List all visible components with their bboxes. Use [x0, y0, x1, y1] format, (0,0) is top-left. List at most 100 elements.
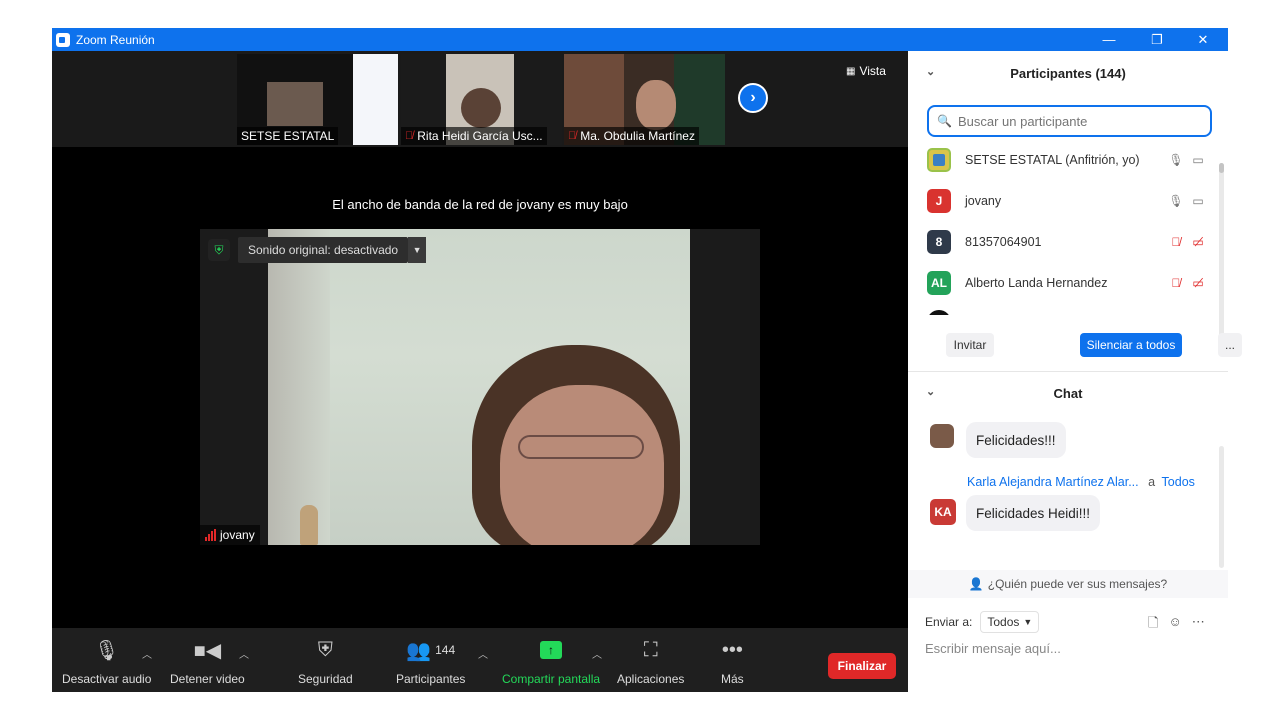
collapse-chevron-icon[interactable]: ⌄ — [926, 385, 935, 398]
next-page-button[interactable]: › — [738, 83, 768, 113]
side-panel: ⌄ Participantes (144) 🔍 SETSE ESTATAL (A… — [908, 51, 1242, 692]
mic-muted-icon: 🎙̸ — [568, 130, 577, 142]
chat-scrollbar[interactable] — [1219, 446, 1224, 568]
search-input[interactable] — [957, 113, 1198, 129]
thumbnail-strip: SETSE ESTATAL 🎙̸ Rita Heidi García Usc...… — [52, 51, 908, 147]
chat-bubble: Felicidades!!! — [966, 422, 1066, 458]
meeting-area: SETSE ESTATAL 🎙̸ Rita Heidi García Usc...… — [52, 51, 908, 692]
video-camera-icon: ■◀ — [193, 639, 222, 662]
thumbnail-rita[interactable]: 🎙̸ Rita Heidi García Usc... — [401, 54, 562, 145]
close-button[interactable]: ✕ — [1180, 28, 1226, 51]
thumbnail-label: 🎙̸ Ma. Obdulia Martínez — [564, 127, 699, 145]
chat-message-input[interactable]: Escribir mensaje aquí... — [925, 641, 1061, 656]
thumbnail-obdulia[interactable]: 🎙̸ Ma. Obdulia Martínez — [564, 54, 725, 145]
video-options-caret[interactable]: ︿ — [239, 646, 249, 661]
apps-icon: ⛶ — [643, 638, 658, 661]
share-options-caret[interactable]: ︿ — [592, 646, 602, 661]
chat-bubble: Felicidades Heidi!!! — [966, 495, 1101, 531]
invite-button[interactable]: Invitar — [946, 333, 994, 357]
view-button[interactable]: ▦ Vista — [846, 61, 900, 81]
stop-video-button[interactable]: ■◀ Detener video — [170, 636, 245, 687]
video-camera-icon[interactable]: ▭ — [1187, 194, 1209, 208]
video-person-glasses — [518, 435, 644, 459]
participant-actions: Invitar Silenciar a todos ... — [908, 333, 1242, 359]
video-off-icon[interactable]: ▭̸ — [1187, 235, 1209, 249]
zoom-logo-icon — [56, 32, 70, 47]
avatar — [930, 424, 954, 448]
weak-signal-icon — [205, 529, 216, 541]
thumbnail-setse[interactable]: SETSE ESTATAL — [237, 54, 398, 145]
participants-icon: 👥 144 — [406, 639, 456, 662]
share-screen-icon: ↑ — [540, 641, 563, 659]
audio-options-caret[interactable]: ︿ — [142, 646, 152, 661]
original-sound-label[interactable]: Sonido original: desactivado — [238, 237, 409, 263]
thumbnail-face — [267, 82, 323, 126]
microphone-icon[interactable]: 🎙 — [1165, 153, 1187, 167]
participant-row[interactable]: SETSE ESTATAL (Anfitrión, yo) 🎙 ▭ — [927, 147, 1209, 173]
zoom-window: Zoom Reunión — ❐ ✕ SETSE ESTATAL 🎙̸ Rita … — [52, 28, 1242, 692]
title-bar: Zoom Reunión — ❐ ✕ — [52, 28, 1228, 51]
mute-all-button[interactable]: Silenciar a todos — [1080, 333, 1182, 357]
meeting-toolbar: 🎙 Desactivar audio ︿ ■◀ Detener video ︿ … — [52, 628, 908, 692]
microphone-icon[interactable]: 🎙 — [1165, 194, 1187, 208]
apps-button[interactable]: ⛶ Aplicaciones — [617, 636, 684, 687]
mute-audio-button[interactable]: 🎙 Desactivar audio — [62, 636, 151, 687]
chat-sender-line: Karla Alejandra Martínez Alar... a Todos — [967, 475, 1195, 489]
mic-muted-icon[interactable]: 🎙̸ — [1165, 276, 1187, 290]
active-speaker-video[interactable]: ⛨ Sonido original: desactivado ▼ jovany — [200, 229, 760, 545]
who-can-see-link[interactable]: 👤 ¿Quién puede ver sus mensajes? — [908, 570, 1228, 598]
chevron-down-icon[interactable]: ▼ — [408, 237, 427, 263]
participant-row-partial[interactable] — [927, 309, 1209, 315]
chat-tools: 🗋 ☺ ⋯ — [1148, 614, 1205, 636]
minimize-button[interactable]: — — [1086, 28, 1132, 51]
send-to-row: Enviar a: Todos ▼ — [925, 611, 1040, 633]
scrollbar-thumb[interactable] — [1219, 163, 1224, 173]
shield-icon[interactable]: ⛨ — [208, 239, 230, 261]
video-camera-icon[interactable]: ▭ — [1187, 153, 1209, 167]
avatar — [927, 310, 951, 315]
video-off-icon[interactable]: ▭̸ — [1187, 276, 1209, 290]
bandwidth-notice: El ancho de banda de la red de jovany es… — [332, 197, 628, 212]
shield-icon: ⛨ — [317, 638, 333, 661]
video-figurine — [300, 505, 318, 545]
end-meeting-button[interactable]: Finalizar — [828, 653, 896, 679]
speaker-name-label: jovany — [200, 525, 260, 545]
thumbnail-screen-doc — [353, 54, 398, 145]
participants-button[interactable]: 👥 144 Participantes — [396, 636, 465, 687]
thumbnail-label: SETSE ESTATAL — [237, 127, 339, 145]
thumbnail-face — [461, 88, 501, 128]
emoji-icon[interactable]: ☺ — [1168, 614, 1181, 636]
search-icon: 🔍 — [937, 114, 952, 128]
chevron-down-icon: ▼ — [1023, 617, 1033, 627]
restore-button[interactable]: ❐ — [1134, 28, 1180, 51]
security-button[interactable]: ⛨ Seguridad — [298, 636, 353, 687]
more-dots-icon[interactable]: ⋯ — [1192, 614, 1205, 636]
mic-muted-icon: 🎙̸ — [405, 130, 414, 142]
avatar: J — [927, 189, 951, 213]
more-button[interactable]: ••• Más — [721, 636, 744, 687]
participant-row[interactable]: 8 81357064901 🎙̸ ▭̸ — [927, 229, 1209, 255]
participant-row[interactable]: AL Alberto Landa Hernandez 🎙̸ ▭̸ — [927, 270, 1209, 296]
avatar: KA — [930, 499, 956, 525]
participants-options-caret[interactable]: ︿ — [478, 646, 488, 661]
collapse-chevron-icon[interactable]: ⌄ — [926, 65, 935, 78]
mic-muted-icon[interactable]: 🎙̸ — [1165, 235, 1187, 249]
more-dots-icon: ••• — [721, 638, 743, 661]
person-lock-icon: 👤 — [968, 577, 984, 591]
participant-search[interactable]: 🔍 — [927, 105, 1212, 137]
avatar: AL — [927, 271, 951, 295]
avatar: 8 — [927, 230, 951, 254]
window-title: Zoom Reunión — [76, 32, 155, 47]
video-wall-shadow — [268, 229, 330, 545]
grid-icon: ▦ — [846, 65, 856, 77]
more-options-button[interactable]: ... — [1218, 333, 1242, 357]
share-screen-button[interactable]: ↑ Compartir pantalla — [502, 636, 600, 686]
participant-row[interactable]: J jovany 🎙 ▭ — [927, 188, 1209, 214]
thumbnail-face — [636, 80, 676, 130]
send-to-select[interactable]: Todos ▼ — [980, 611, 1040, 633]
participants-header: ⌄ Participantes (144) — [926, 65, 1126, 81]
participant-list: SETSE ESTATAL (Anfitrión, yo) 🎙 ▭ J jova… — [908, 147, 1220, 315]
participants-scrollbar[interactable] — [1219, 163, 1224, 343]
file-icon[interactable]: 🗋 — [1148, 614, 1158, 636]
video-person-face — [500, 385, 664, 545]
